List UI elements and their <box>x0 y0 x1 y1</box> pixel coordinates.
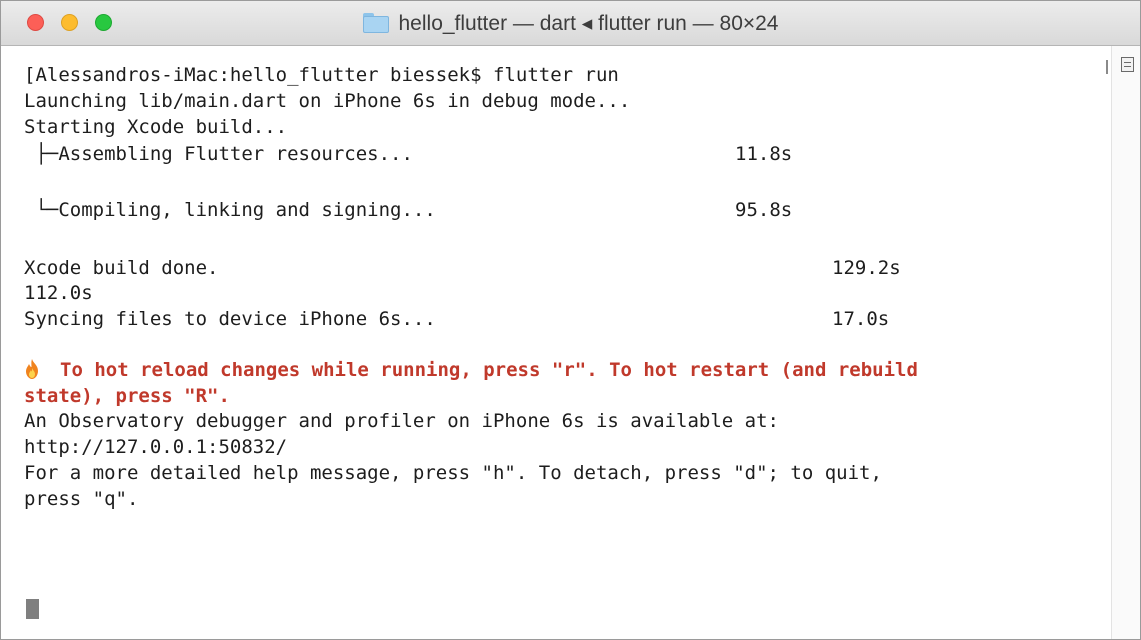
folder-icon <box>362 13 389 33</box>
launching-line: Launching lib/main.dart on iPhone 6s in … <box>24 90 631 112</box>
hot-reload-line-2: state), press "R". <box>24 385 230 407</box>
help-line-1: For a more detailed help message, press … <box>24 462 882 484</box>
split-pane-icon[interactable] <box>1121 57 1134 72</box>
scroll-marker <box>1106 60 1108 74</box>
compiling-line: └─Compiling, linking and signing... <box>24 199 436 221</box>
window-title: hello_flutter — dart ◂ flutter run — 80×… <box>398 11 779 35</box>
xcode-done-time: 129.2s <box>832 257 901 279</box>
text-cursor <box>26 599 39 619</box>
terminal-window: hello_flutter — dart ◂ flutter run — 80×… <box>0 0 1141 640</box>
title-bar[interactable]: hello_flutter — dart ◂ flutter run — 80×… <box>1 1 1140 46</box>
hot-reload-text-1: To hot reload changes while running, pre… <box>60 359 918 381</box>
help-line-2: press "q". <box>24 488 139 510</box>
flame-icon <box>26 359 38 379</box>
assembling-line: ├─Assembling Flutter resources... <box>24 143 413 165</box>
scrollbar[interactable] <box>1106 46 1140 639</box>
window-title-container: hello_flutter — dart ◂ flutter run — 80×… <box>1 1 1140 45</box>
syncing-line: Syncing files to device iPhone 6s... <box>24 308 436 330</box>
syncing-time: 17.0s <box>832 308 890 330</box>
extra-time-line: 112.0s <box>24 282 93 304</box>
terminal-content[interactable]: [Alessandros-iMac:hello_flutter biessek$… <box>1 46 1140 639</box>
prompt-line: [Alessandros-iMac:hello_flutter biessek$… <box>24 64 619 86</box>
assembling-time: 11.8s <box>735 143 793 165</box>
xcode-done-line: Xcode build done. <box>24 257 219 279</box>
hot-reload-line-1: To hot reload changes while running, pre… <box>24 358 918 382</box>
compiling-time: 95.8s <box>735 199 793 221</box>
observatory-url[interactable]: http://127.0.0.1:50832/ <box>24 435 287 459</box>
starting-line: Starting Xcode build... <box>24 116 288 138</box>
observatory-line-1: An Observatory debugger and profiler on … <box>24 410 779 432</box>
